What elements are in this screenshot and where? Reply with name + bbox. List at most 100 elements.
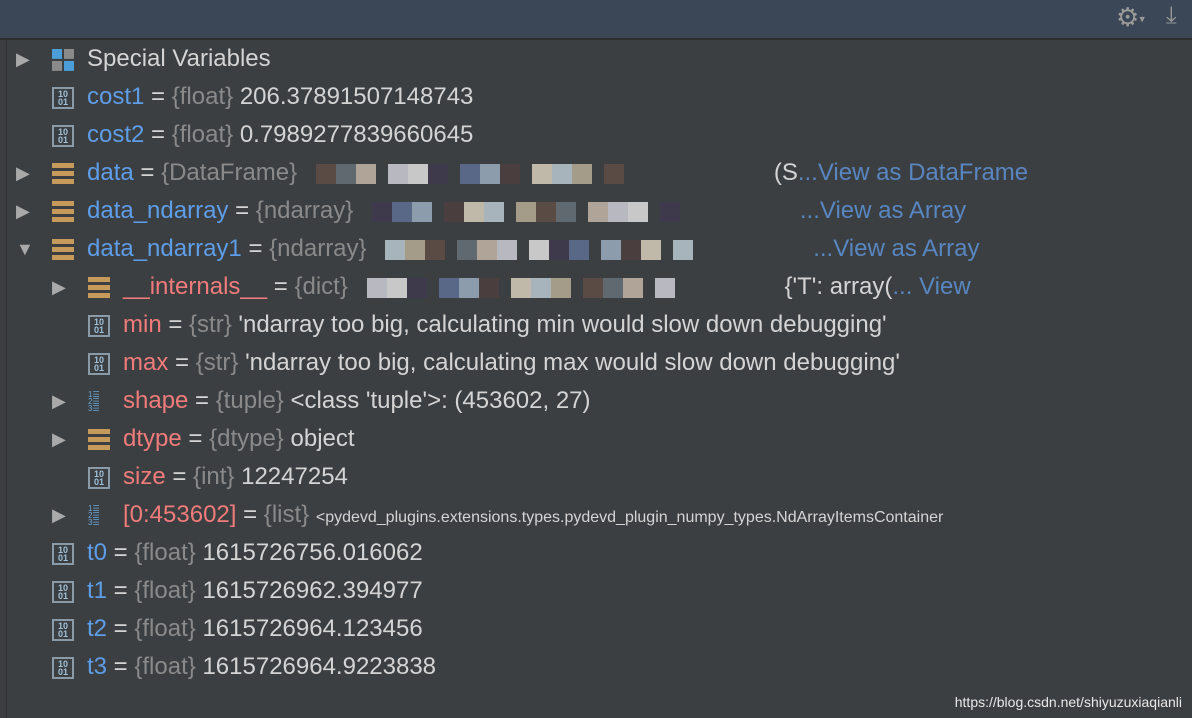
redacted-value <box>304 155 774 193</box>
variable-name: data <box>87 159 134 186</box>
number-type-icon: 10 01 <box>52 657 74 679</box>
variable-type: {float} <box>171 83 234 110</box>
equals-sign: = <box>144 121 172 148</box>
variable-name: Special Variables <box>87 45 271 72</box>
equals-sign: = <box>165 463 194 490</box>
debugger-toolbar: ⚙▾ ⤓ <box>0 0 1192 40</box>
equals-sign: = <box>107 653 135 680</box>
variable-value: 1615726964.123456 <box>202 615 423 642</box>
variable-name: data_ndarray1 <box>87 235 242 262</box>
variable-name: t2 <box>87 615 108 642</box>
equals-sign: = <box>161 311 190 338</box>
collapse-arrow-icon[interactable]: ▼ <box>16 230 36 268</box>
variable-name: max <box>123 349 169 376</box>
variable-type: {dict} <box>294 273 348 300</box>
variable-value: 12247254 <box>241 463 348 490</box>
variable-value: <pydevd_plugins.extensions.types.pydevd_… <box>315 509 944 526</box>
collection-type-icon <box>52 239 74 261</box>
variable-name: size <box>123 463 166 490</box>
expand-arrow-icon[interactable]: ▶ <box>52 382 72 420</box>
variable-type: {float} <box>134 539 196 566</box>
variable-type: {ndarray} <box>255 197 354 224</box>
variable-value: object <box>290 425 355 452</box>
number-type-icon: 10 01 <box>88 353 110 375</box>
variable-name: __internals__ <box>123 273 268 300</box>
variable-type: {tuple} <box>215 387 284 414</box>
variable-type: {float} <box>171 121 234 148</box>
view-link[interactable]: ...View as Array <box>800 197 966 224</box>
variable-value: 1615726756.016062 <box>202 539 423 566</box>
variable-type: {str} <box>189 311 232 338</box>
collection-type-icon <box>88 429 110 451</box>
collection-type-icon <box>52 163 74 185</box>
variable-type: {ndarray} <box>269 235 367 262</box>
variable-name: t1 <box>87 577 108 604</box>
number-type-icon: 10 01 <box>52 581 74 603</box>
variable-type: {str} <box>195 349 239 376</box>
tuple-type-icon: 1☰ 2☰ 3☰ <box>88 504 100 527</box>
variable-name: t0 <box>87 539 108 566</box>
variable-value: 'ndarray too big, calculating min would … <box>238 311 887 338</box>
equals-sign: = <box>133 159 162 186</box>
tuple-type-icon: 1☰ 2☰ 3☰ <box>88 390 100 413</box>
variable-type: {DataFrame} <box>161 159 298 186</box>
collection-type-icon <box>52 201 74 223</box>
variable-value: <class 'tuple'>: (453602, 27) <box>290 387 591 414</box>
equals-sign: = <box>267 273 295 300</box>
variable-name: [0:453602] <box>123 501 244 528</box>
view-link[interactable]: ...View as DataFrame <box>798 159 1028 186</box>
collection-type-icon <box>88 277 110 299</box>
equals-sign: = <box>243 501 264 528</box>
variable-type: {float} <box>134 577 196 604</box>
variable-value: 1615726962.394977 <box>202 577 423 604</box>
expand-arrow-icon[interactable]: ▶ <box>52 420 72 458</box>
variable-name: data_ndarray <box>87 197 229 224</box>
equals-sign: = <box>168 349 196 376</box>
variable-type: {dtype} <box>209 425 284 452</box>
variable-name: cost2 <box>87 121 145 148</box>
gear-icon[interactable]: ⚙▾ <box>1116 2 1145 33</box>
variable-value: (S <box>773 159 798 186</box>
special-variables-icon <box>52 49 74 71</box>
variable-name: dtype <box>123 425 182 452</box>
variable-value: 206.37891507148743 <box>239 83 474 110</box>
variable-type: {list} <box>263 501 310 528</box>
panel-edge <box>0 40 7 718</box>
redacted-value <box>360 193 800 231</box>
equals-sign: = <box>107 615 135 642</box>
variable-name: shape <box>123 387 189 414</box>
variable-type: {float} <box>134 615 196 642</box>
equals-sign: = <box>107 577 135 604</box>
variable-type: {int} <box>193 463 235 490</box>
expand-arrow-icon[interactable]: ▶ <box>16 154 36 192</box>
number-type-icon: 10 01 <box>52 619 74 641</box>
number-type-icon: 10 01 <box>52 87 74 109</box>
expand-arrow-icon[interactable]: ▶ <box>16 192 36 230</box>
download-icon[interactable]: ⤓ <box>1166 2 1177 30</box>
expand-arrow-icon[interactable]: ▶ <box>52 268 72 306</box>
equals-sign: = <box>228 197 256 224</box>
variable-name: cost1 <box>87 83 145 110</box>
number-type-icon: 10 01 <box>52 543 74 565</box>
equals-sign: = <box>144 83 172 110</box>
variable-value: 0.7989277839660645 <box>239 121 474 148</box>
equals-sign: = <box>181 425 210 452</box>
number-type-icon: 10 01 <box>52 125 74 147</box>
redacted-value <box>373 231 813 269</box>
expand-arrow-icon[interactable]: ▶ <box>52 496 72 534</box>
view-link[interactable]: ... View <box>892 273 970 300</box>
number-type-icon: 10 01 <box>88 315 110 337</box>
equals-sign: = <box>107 539 135 566</box>
equals-sign: = <box>188 387 216 414</box>
number-type-icon: 10 01 <box>88 467 110 489</box>
variable-value: 1615726964.9223838 <box>202 653 437 680</box>
redacted-value <box>355 269 785 307</box>
expand-arrow-icon[interactable]: ▶ <box>16 40 36 78</box>
variable-type: {float} <box>134 653 196 680</box>
variable-value: {'T': array( <box>784 273 893 300</box>
watermark: https://blog.csdn.net/shiyuzuxiaqianli <box>954 694 1182 710</box>
variable-name: t3 <box>87 653 108 680</box>
variable-name: min <box>123 311 162 338</box>
equals-sign: = <box>241 235 270 262</box>
view-link[interactable]: ...View as Array <box>813 235 979 262</box>
